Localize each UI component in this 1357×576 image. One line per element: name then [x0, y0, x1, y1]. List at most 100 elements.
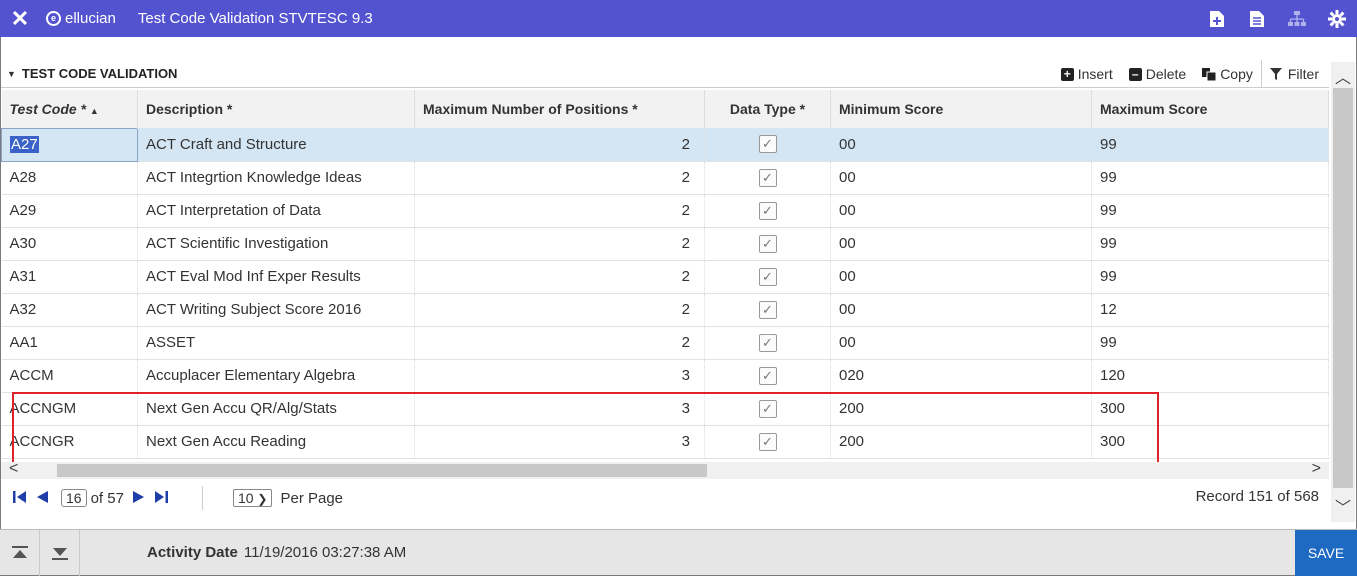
column-header-min-score[interactable]: Minimum Score — [830, 90, 1092, 128]
cell-max-score[interactable]: 99 — [1091, 161, 1329, 195]
cell-max-positions[interactable]: 2 — [414, 293, 705, 327]
data-type-checkbox[interactable]: ✓ — [758, 267, 777, 286]
cell-max-positions[interactable]: 2 — [414, 260, 705, 294]
data-type-checkbox[interactable]: ✓ — [758, 333, 777, 352]
cell-description[interactable]: ACT Interpretation of Data — [137, 194, 415, 228]
column-header-test-code[interactable]: Test Code * ▲ — [1, 90, 138, 128]
data-type-checkbox[interactable]: ✓ — [758, 399, 777, 418]
cell-description[interactable]: Next Gen Accu QR/Alg/Stats — [137, 392, 415, 426]
horizontal-scroll-thumb[interactable] — [57, 464, 707, 477]
cell-data-type[interactable]: ✓ — [704, 326, 831, 360]
scroll-down-icon[interactable]: ﹀ — [1331, 494, 1355, 518]
cell-min-score[interactable]: 00 — [830, 326, 1092, 360]
cell-max-score[interactable]: 12 — [1091, 293, 1329, 327]
data-type-checkbox[interactable]: ✓ — [758, 432, 777, 451]
cell-data-type[interactable]: ✓ — [704, 128, 831, 162]
filter-button[interactable]: Filter — [1260, 60, 1327, 88]
insert-button[interactable]: + Insert — [1053, 60, 1121, 88]
cell-max-positions[interactable]: 3 — [414, 359, 705, 393]
cell-description[interactable]: Next Gen Accu Reading — [137, 425, 415, 459]
delete-button[interactable]: – Delete — [1121, 60, 1194, 88]
cell-test-code[interactable]: A30 — [1, 227, 138, 261]
cell-max-score[interactable]: 300 — [1091, 425, 1329, 459]
first-page-icon[interactable] — [13, 488, 27, 509]
cell-test-code[interactable]: ACCM — [1, 359, 138, 393]
cell-description[interactable]: ACT Integrtion Knowledge Ideas — [137, 161, 415, 195]
data-type-checkbox[interactable]: ✓ — [758, 234, 777, 253]
column-header-data-type[interactable]: Data Type * — [704, 90, 831, 128]
previous-page-icon[interactable] — [35, 488, 49, 509]
sitemap-icon[interactable] — [1277, 0, 1317, 37]
column-header-max-positions[interactable]: Maximum Number of Positions * — [414, 90, 705, 128]
cell-max-positions[interactable]: 2 — [414, 326, 705, 360]
cell-max-score[interactable]: 300 — [1091, 392, 1329, 426]
next-page-icon[interactable] — [132, 488, 146, 509]
cell-data-type[interactable]: ✓ — [704, 425, 831, 459]
vertical-scrollbar[interactable]: ︿ ﹀ — [1331, 62, 1355, 522]
vertical-scroll-thumb[interactable] — [1333, 88, 1353, 488]
scroll-left-icon[interactable]: < — [9, 460, 18, 478]
cell-max-positions[interactable]: 2 — [414, 194, 705, 228]
collapse-caret-icon[interactable]: ▼ — [7, 69, 16, 79]
data-type-checkbox[interactable]: ✓ — [758, 366, 777, 385]
cell-max-positions[interactable]: 2 — [414, 161, 705, 195]
column-header-max-score[interactable]: Maximum Score — [1091, 90, 1329, 128]
cell-max-positions[interactable]: 2 — [414, 227, 705, 261]
cell-description[interactable]: ACT Craft and Structure — [137, 128, 415, 162]
cell-max-score[interactable]: 99 — [1091, 326, 1329, 360]
table-row[interactable]: A27 ACT Craft and Structure 2 ✓ 00 99 — [1, 127, 1329, 162]
cell-min-score[interactable]: 020 — [830, 359, 1092, 393]
next-section-icon[interactable] — [40, 530, 80, 576]
copy-button[interactable]: Copy — [1194, 60, 1261, 88]
scroll-right-icon[interactable]: > — [1312, 460, 1321, 478]
column-header-description[interactable]: Description * — [137, 90, 415, 128]
document-icon[interactable] — [1237, 0, 1277, 37]
cell-test-code[interactable]: A31 — [1, 260, 138, 294]
cell-description[interactable]: ACT Writing Subject Score 2016 — [137, 293, 415, 327]
horizontal-scrollbar[interactable]: < > — [1, 460, 1329, 479]
cell-description[interactable]: ACT Eval Mod Inf Exper Results — [137, 260, 415, 294]
add-document-icon[interactable] — [1197, 0, 1237, 37]
cell-test-code[interactable]: A28 — [1, 161, 138, 195]
cell-min-score[interactable]: 00 — [830, 293, 1092, 327]
cell-data-type[interactable]: ✓ — [704, 359, 831, 393]
data-type-checkbox[interactable]: ✓ — [758, 135, 777, 154]
save-button[interactable]: SAVE — [1295, 530, 1357, 576]
cell-min-score[interactable]: 200 — [830, 425, 1092, 459]
table-row[interactable]: A29 ACT Interpretation of Data 2 ✓ 00 99 — [1, 194, 1329, 228]
table-row[interactable]: A31 ACT Eval Mod Inf Exper Results 2 ✓ 00 99 — [1, 260, 1329, 294]
last-page-icon[interactable] — [154, 488, 168, 509]
gear-icon[interactable] — [1317, 0, 1357, 37]
cell-data-type[interactable]: ✓ — [704, 293, 831, 327]
cell-test-code[interactable]: ACCNGR — [1, 425, 138, 459]
cell-test-code[interactable]: AA1 — [1, 326, 138, 360]
cell-min-score[interactable]: 00 — [830, 227, 1092, 261]
scroll-up-icon[interactable]: ︿ — [1331, 64, 1355, 88]
per-page-select[interactable]: 10 ❯ — [232, 489, 273, 507]
cell-test-code[interactable]: A29 — [1, 194, 138, 228]
cell-data-type[interactable]: ✓ — [704, 260, 831, 294]
cell-description[interactable]: ASSET — [137, 326, 415, 360]
table-row[interactable]: A32 ACT Writing Subject Score 2016 2 ✓ 00 12 — [1, 293, 1329, 327]
data-type-checkbox[interactable]: ✓ — [758, 168, 777, 187]
previous-section-icon[interactable] — [0, 530, 40, 576]
cell-max-positions[interactable]: 2 — [414, 128, 705, 162]
cell-max-score[interactable]: 99 — [1091, 260, 1329, 294]
cell-test-code[interactable]: A32 — [1, 293, 138, 327]
cell-min-score[interactable]: 00 — [830, 161, 1092, 195]
table-row[interactable]: A28 ACT Integrtion Knowledge Ideas 2 ✓ 00 99 — [1, 161, 1329, 195]
cell-test-code[interactable]: A27 — [1, 127, 138, 162]
cell-max-positions[interactable]: 3 — [414, 392, 705, 426]
cell-data-type[interactable]: ✓ — [704, 161, 831, 195]
cell-min-score[interactable]: 00 — [830, 128, 1092, 162]
cell-test-code[interactable]: ACCNGM — [1, 392, 138, 426]
cell-max-score[interactable]: 120 — [1091, 359, 1329, 393]
close-icon[interactable]: ✕ — [0, 6, 40, 32]
cell-description[interactable]: Accuplacer Elementary Algebra — [137, 359, 415, 393]
cell-max-score[interactable]: 99 — [1091, 194, 1329, 228]
table-row[interactable]: A30 ACT Scientific Investigation 2 ✓ 00 99 — [1, 227, 1329, 261]
page-number-input[interactable]: 16 — [61, 489, 87, 507]
ellucian-logo[interactable]: e ellucian — [46, 10, 116, 27]
cell-data-type[interactable]: ✓ — [704, 194, 831, 228]
cell-max-score[interactable]: 99 — [1091, 128, 1329, 162]
